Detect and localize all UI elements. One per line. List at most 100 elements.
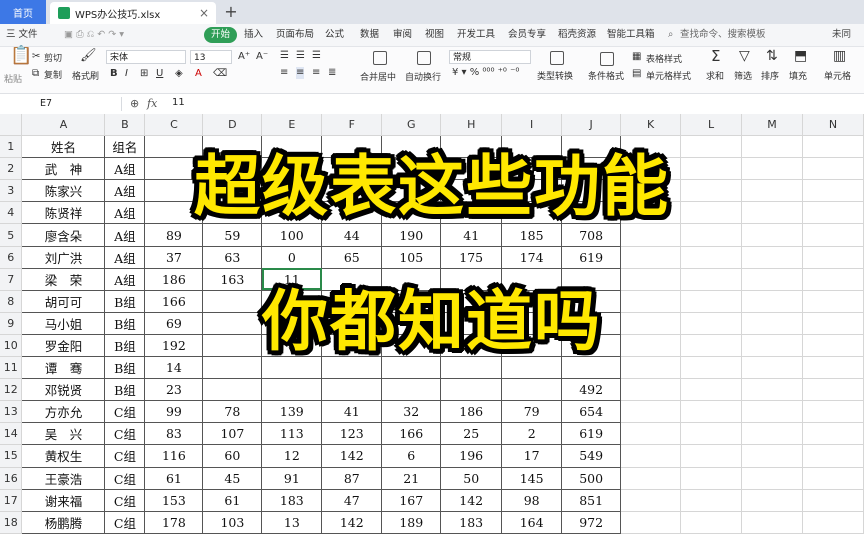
cell-d6[interactable]: 63 <box>202 246 263 269</box>
bold-button[interactable]: B <box>110 68 118 80</box>
format-painter-icon[interactable]: 🖌 <box>80 49 97 62</box>
wrap-text-icon[interactable] <box>417 51 431 65</box>
cell-g12[interactable] <box>381 378 442 402</box>
paste-label[interactable]: 粘贴 <box>4 72 22 85</box>
cell-f13[interactable]: 41 <box>321 400 383 424</box>
sort-button[interactable]: 排序 <box>761 69 779 82</box>
cell-l17[interactable] <box>680 489 742 512</box>
tab-home[interactable]: 首页 <box>0 0 46 24</box>
fill-icon[interactable]: ⬒ <box>794 49 807 63</box>
menu-view[interactable]: 视图 <box>425 24 444 46</box>
format-painter-button[interactable]: 格式刷 <box>72 69 99 82</box>
cell-g15[interactable]: 6 <box>381 444 442 468</box>
conditional-format-button[interactable]: 条件格式 <box>588 69 624 82</box>
new-tab-button[interactable]: + <box>222 3 240 21</box>
cell-f18[interactable]: 142 <box>321 511 383 534</box>
align-top-icon[interactable]: ☰ <box>280 50 289 62</box>
cell-l15[interactable] <box>680 444 742 468</box>
cell-e15[interactable]: 12 <box>261 444 323 468</box>
cell-i6[interactable]: 174 <box>501 246 563 269</box>
cell-h15[interactable]: 196 <box>440 444 503 468</box>
cell-a12[interactable]: 邓锐贤 <box>21 378 106 402</box>
cell-m17[interactable] <box>741 489 803 512</box>
cell-h12[interactable] <box>440 378 503 402</box>
cell-k18[interactable] <box>620 511 682 534</box>
sum-icon[interactable]: Σ <box>711 49 720 64</box>
row-header[interactable]: 6 <box>0 246 23 269</box>
cell-b6[interactable]: A组 <box>104 246 146 269</box>
menu-review[interactable]: 审阅 <box>393 24 412 46</box>
cell-a6[interactable]: 刘广洪 <box>21 246 106 269</box>
cut-button[interactable]: 剪切 <box>44 51 62 64</box>
cell-b15[interactable]: C组 <box>104 444 146 468</box>
cell-f15[interactable]: 142 <box>321 444 383 468</box>
cell-k14[interactable] <box>620 422 682 446</box>
cell-n17[interactable] <box>802 489 864 512</box>
cell-j14[interactable]: 619 <box>561 422 622 446</box>
cell-d14[interactable]: 107 <box>202 422 263 446</box>
cell-n13[interactable] <box>802 400 864 424</box>
menu-formula[interactable]: 公式 <box>325 24 344 46</box>
cell-style-icon[interactable]: ▤ <box>632 68 641 80</box>
cell-k15[interactable] <box>620 444 682 468</box>
fx-icon[interactable]: fx <box>147 97 157 110</box>
cell-d18[interactable]: 103 <box>202 511 263 534</box>
cell-l14[interactable] <box>680 422 742 446</box>
font-grow-icon[interactable]: A⁺ <box>238 51 250 63</box>
cell-e14[interactable]: 113 <box>261 422 323 446</box>
table-style-icon[interactable]: ▦ <box>632 51 641 63</box>
conditional-format-icon[interactable] <box>600 52 614 66</box>
fill-button[interactable]: 填充 <box>789 69 807 82</box>
cell-a17[interactable]: 谢来福 <box>21 489 106 512</box>
row-header[interactable]: 13 <box>0 400 23 424</box>
align-center-icon[interactable]: ≡ <box>296 67 305 79</box>
menu-start[interactable]: 开始 <box>204 27 238 43</box>
cell-d15[interactable]: 60 <box>202 444 263 468</box>
font-shrink-icon[interactable]: A⁻ <box>256 51 268 63</box>
cell-n6[interactable] <box>802 246 864 269</box>
italic-button[interactable]: I <box>125 68 128 80</box>
cell-g6[interactable]: 105 <box>381 246 442 269</box>
cell-i13[interactable]: 79 <box>501 400 563 424</box>
filter-icon[interactable]: ▽ <box>739 49 750 63</box>
cell-h17[interactable]: 142 <box>440 489 503 512</box>
cell-j15[interactable]: 549 <box>561 444 622 468</box>
menu-data[interactable]: 数据 <box>360 24 379 46</box>
merge-center-button[interactable]: 合并居中 <box>360 70 396 83</box>
font-size-select[interactable]: 13 <box>190 50 232 64</box>
cell-m15[interactable] <box>741 444 803 468</box>
menu-file[interactable]: 三 文件 <box>6 24 38 46</box>
cell-k12[interactable] <box>620 378 682 402</box>
sum-button[interactable]: 求和 <box>706 69 724 82</box>
cell-b17[interactable]: C组 <box>104 489 146 512</box>
menu-page-layout[interactable]: 页面布局 <box>276 24 314 46</box>
cell-j6[interactable]: 619 <box>561 246 622 269</box>
cell-g13[interactable]: 32 <box>381 400 442 424</box>
fill-color-button[interactable]: ◈ <box>175 68 183 80</box>
cell-e13[interactable]: 139 <box>261 400 323 424</box>
cell-i12[interactable] <box>501 378 563 402</box>
cell-h14[interactable]: 25 <box>440 422 503 446</box>
align-bottom-icon[interactable]: ☰ <box>312 50 321 62</box>
cell-f12[interactable] <box>321 378 383 402</box>
cell-j17[interactable]: 851 <box>561 489 622 512</box>
menu-member[interactable]: 会员专享 <box>508 24 546 46</box>
cell-c12[interactable]: 23 <box>144 378 204 402</box>
cell-e18[interactable]: 13 <box>261 511 323 534</box>
cell-m6[interactable] <box>741 246 803 269</box>
cell-f14[interactable]: 123 <box>321 422 383 446</box>
type-convert-button[interactable]: 类型转换 <box>537 69 573 82</box>
cloud-sync[interactable]: 未同 <box>832 24 851 46</box>
cell-c18[interactable]: 178 <box>144 511 204 534</box>
cell-e12[interactable] <box>261 378 323 402</box>
formula-input[interactable]: 11 <box>172 97 185 108</box>
close-icon[interactable]: × <box>199 6 209 20</box>
cut-icon[interactable]: ✂ <box>32 51 40 63</box>
zoom-icon[interactable]: ⊕ <box>130 97 139 110</box>
cell-i18[interactable]: 164 <box>501 511 563 534</box>
cell-button[interactable]: 单元格 <box>824 69 851 82</box>
clear-format-button[interactable]: ⌫ <box>213 68 227 80</box>
cell-j13[interactable]: 654 <box>561 400 622 424</box>
align-middle-icon[interactable]: ☰ <box>296 50 305 62</box>
row-header[interactable]: 15 <box>0 444 23 468</box>
